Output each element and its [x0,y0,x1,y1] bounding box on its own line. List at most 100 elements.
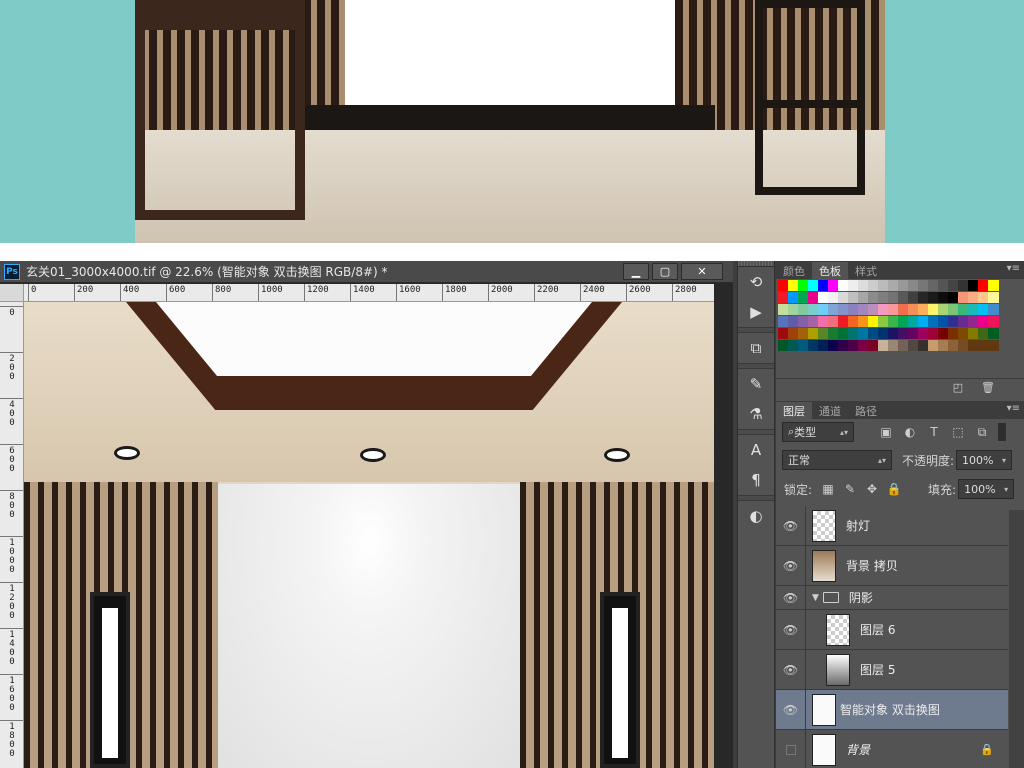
adjustments-icon[interactable]: ◐ [738,501,774,531]
swatch-footer: ◰ 🗑 [776,378,1024,398]
display-stand [755,0,865,195]
shape-filter-icon[interactable]: ⬚ [950,424,966,440]
ruler-tick [0,444,23,445]
ceiling-spotlight [114,446,140,460]
ruler-label: 2400 [583,285,605,295]
panel-menu-icon[interactable]: ▾≡ [1007,403,1020,414]
play-action-icon[interactable]: ▶ [738,297,774,327]
document-canvas[interactable] [24,302,714,768]
character-icon[interactable]: A [738,435,774,465]
clone-source-icon[interactable]: ⚗ [738,399,774,429]
vertical-ruler[interactable]: 0 200 400 600 800 1000 1200 1400 1600 1800 [0,302,24,768]
history-icon[interactable]: ⟲ [738,267,774,297]
opacity-field[interactable]: 100% ▾ [956,450,1013,470]
panel-menu-icon[interactable]: ▾≡ [1007,263,1020,274]
ceiling-spotlight [360,448,386,462]
ruler-label: 200 [9,354,15,382]
brush-presets-icon[interactable]: ✎ [738,369,774,399]
ruler-tick [626,284,627,301]
ruler-tick [488,284,489,301]
smart-object-filter-icon[interactable]: ⧉ [974,424,990,440]
layers-scrollbar[interactable] [1009,510,1024,768]
ruler-tick [0,720,23,721]
eye-icon[interactable]: 👁 [776,545,806,586]
paragraph-icon[interactable]: ¶ [738,465,774,495]
eye-icon[interactable]: 👁 [776,585,806,610]
eye-icon[interactable]: 👁 [776,689,806,730]
ruler-tick [0,398,23,399]
ruler-label: 2600 [629,285,651,295]
layer-item[interactable]: 👁 图层 5 [776,649,1008,690]
ruler-label: 400 [9,400,15,428]
layer-name: 背景 拷贝 [846,559,898,573]
layer-thumbnail [826,613,850,646]
horizontal-ruler[interactable]: 0 200 400 600 800 1000 1200 1400 1600 1800 2000 220… [24,284,714,302]
ruler-tick [442,284,443,301]
new-swatch-icon[interactable]: ◰ [950,381,966,395]
tab-paths[interactable]: 路径 [848,402,884,419]
type-filter-icon[interactable]: T [926,424,942,440]
fill-field[interactable]: 100% ▾ [958,479,1015,499]
chevron-down-icon[interactable]: ▼ [812,593,819,603]
ruler-origin[interactable] [0,284,24,302]
properties-icon[interactable]: ⧉ [738,333,774,363]
wall-lamp-left [90,592,130,768]
wall-lamp-right [600,592,640,768]
document-tab[interactable]: Ps 玄关01_3000x4000.tif @ 22.6% (智能对象 双击换图… [0,261,733,283]
layer-item-selected[interactable]: 👁 智能对象 双击换图 [776,689,1008,730]
ruler-label: 1600 [9,676,15,713]
tab-swatches[interactable]: 色板 [812,262,848,279]
layer-group[interactable]: 👁 ▼ 阴影 [776,585,1008,610]
color-swatch[interactable] [988,316,999,327]
layer-item[interactable]: 👁 射灯 [776,505,1008,546]
eye-icon[interactable]: 👁 [776,609,806,650]
ruler-tick [0,490,23,491]
lock-all-icon[interactable]: 🔒 [886,481,902,497]
layer-name: 图层 5 [860,663,896,677]
visibility-box[interactable] [776,729,806,768]
ruler-label: 0 [31,285,37,295]
adjustment-filter-icon[interactable]: ◐ [902,424,918,440]
photoshop-logo-icon: Ps [4,263,20,280]
tab-layers[interactable]: 图层 [776,402,812,419]
pixel-filter-icon[interactable]: ▣ [878,424,894,440]
color-swatch[interactable] [988,280,999,291]
filter-toggle[interactable] [998,423,1006,441]
layer-thumbnail [812,509,836,542]
ruler-tick [28,284,29,301]
ruler-label: 2800 [675,285,697,295]
lock-transparent-icon[interactable]: ▦ [820,481,836,497]
tab-styles[interactable]: 样式 [848,262,884,279]
color-swatch[interactable] [988,328,999,339]
blend-mode-select[interactable]: 正常 ▴▾ [782,450,892,470]
ruler-tick [350,284,351,301]
ruler-label: 1200 [307,285,329,295]
ruler-tick [74,284,75,301]
layer-item[interactable]: 背景 🔒 [776,729,1008,768]
layer-item[interactable]: 👁 图层 6 [776,609,1008,650]
restore-icon[interactable]: ▢ [652,263,678,280]
filter-kind-select[interactable]: ⌕ 类型 ▴▾ [782,422,854,442]
trash-icon[interactable]: 🗑 [980,381,996,395]
lock-position-icon[interactable]: ✥ [864,481,880,497]
lock-pixels-icon[interactable]: ✎ [842,481,858,497]
ceiling-spotlight [604,448,630,462]
minimize-icon[interactable]: ▁ [623,263,649,280]
layer-thumbnail [812,549,836,582]
close-icon[interactable]: ✕ [681,263,723,280]
document-window: Ps 玄关01_3000x4000.tif @ 22.6% (智能对象 双击换图… [0,261,733,768]
color-swatch[interactable] [988,340,999,351]
tab-color[interactable]: 颜色 [776,262,812,279]
tab-channels[interactable]: 通道 [812,402,848,419]
color-swatch[interactable] [988,304,999,315]
skylight-glass [156,302,592,376]
eye-icon[interactable]: 👁 [776,649,806,690]
document-title: 玄关01_3000x4000.tif @ 22.6% (智能对象 双击换图 RG… [26,265,388,279]
layer-item[interactable]: 👁 背景 拷贝 [776,545,1008,586]
smart-object-panel [218,484,520,768]
lock-row: 锁定: ▦ ✎ ✥ 🔒 填充: 100% ▾ [776,478,1024,500]
ruler-label: 600 [9,446,15,474]
ruler-tick [212,284,213,301]
color-swatch[interactable] [988,292,999,303]
eye-icon[interactable]: 👁 [776,505,806,546]
